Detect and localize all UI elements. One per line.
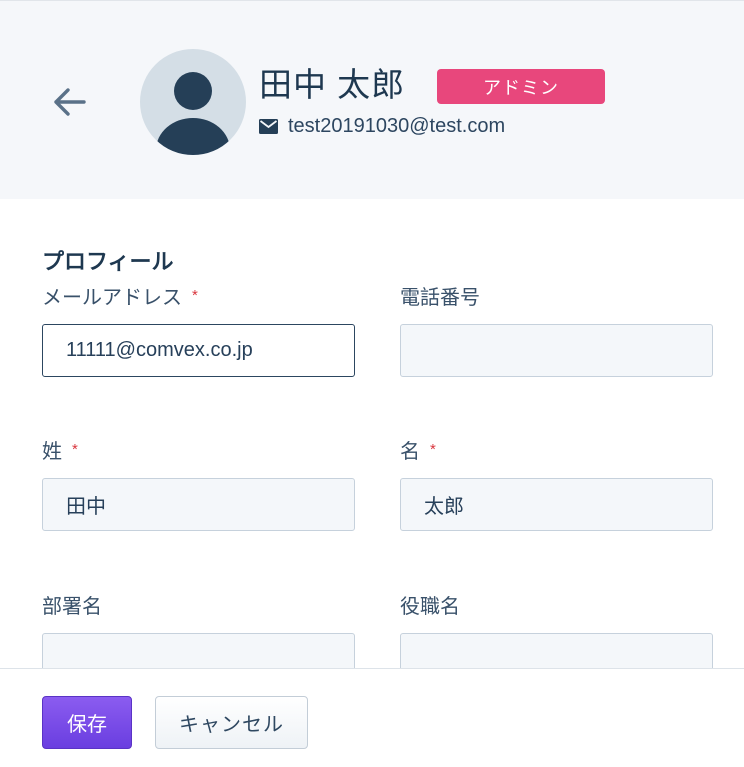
email-field[interactable] bbox=[42, 324, 355, 377]
cancel-button[interactable]: キャンセル bbox=[155, 696, 308, 749]
email-label: メールアドレス * bbox=[42, 285, 198, 313]
last-name-field[interactable] bbox=[42, 478, 355, 531]
phone-label: 電話番号 bbox=[400, 285, 480, 311]
arrow-left-icon bbox=[54, 88, 86, 116]
role-badge: アドミン bbox=[437, 69, 605, 104]
email-label-text: メールアドレス bbox=[42, 287, 182, 309]
first-name-label: 名 * bbox=[400, 439, 436, 467]
job-title-label-text: 役職名 bbox=[400, 596, 460, 618]
phone-label-text: 電話番号 bbox=[400, 287, 480, 309]
department-label-text: 部署名 bbox=[42, 596, 102, 618]
avatar bbox=[140, 49, 246, 155]
last-name-label: 姓 * bbox=[42, 439, 78, 467]
section-title-profile: プロフィール bbox=[42, 249, 174, 274]
department-label: 部署名 bbox=[42, 594, 102, 620]
first-name-field[interactable] bbox=[400, 478, 713, 531]
user-email-row: test20191030@test.com bbox=[259, 114, 505, 138]
user-email: test20191030@test.com bbox=[288, 114, 506, 137]
profile-header: 田中 太郎 アドミン test20191030@test.com bbox=[0, 0, 744, 199]
last-name-label-text: 姓 bbox=[42, 441, 62, 463]
required-mark: * bbox=[192, 287, 198, 304]
phone-field[interactable] bbox=[400, 324, 713, 377]
user-silhouette-icon bbox=[156, 72, 230, 155]
save-button[interactable]: 保存 bbox=[42, 696, 132, 749]
back-button[interactable] bbox=[50, 85, 88, 119]
first-name-label-text: 名 bbox=[400, 441, 420, 463]
required-mark: * bbox=[72, 441, 78, 458]
user-name: 田中 太郎 bbox=[259, 66, 406, 103]
job-title-label: 役職名 bbox=[400, 594, 460, 620]
envelope-icon bbox=[259, 118, 278, 134]
required-mark: * bbox=[430, 441, 436, 458]
